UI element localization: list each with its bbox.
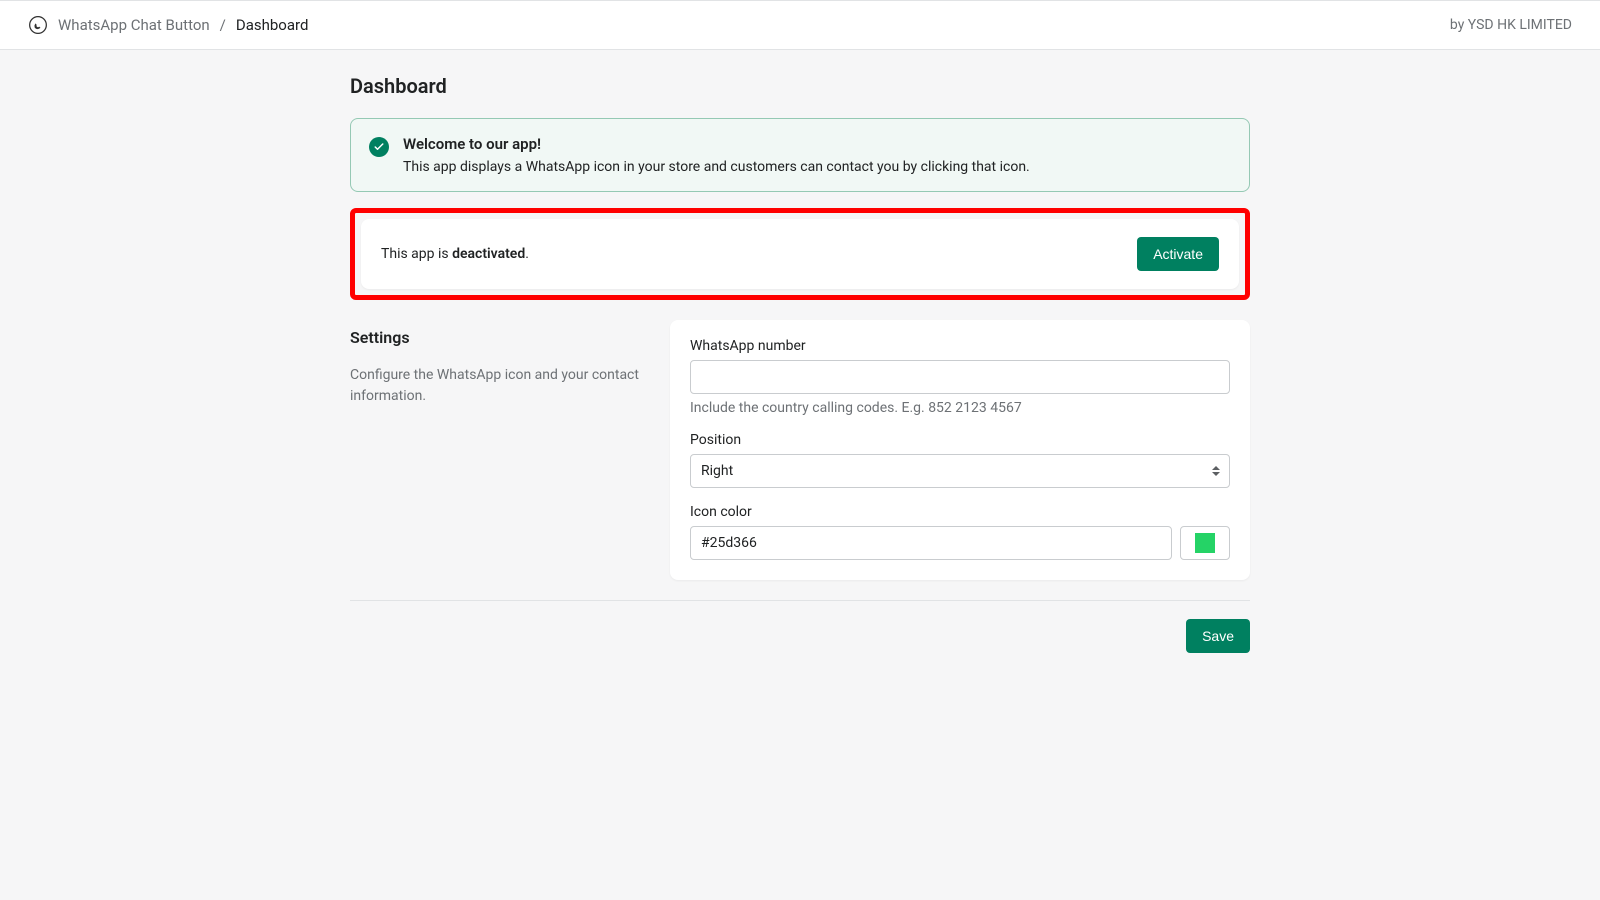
position-select-wrap: Right — [690, 454, 1230, 488]
main-container: Dashboard Welcome to our app! This app d… — [350, 50, 1250, 693]
whatsapp-number-help: Include the country calling codes. E.g. … — [690, 400, 1230, 416]
position-label: Position — [690, 432, 1230, 448]
status-text: This app is deactivated. — [381, 246, 529, 262]
settings-description: Configure the WhatsApp icon and your con… — [350, 365, 650, 407]
icon-color-field: Icon color — [690, 504, 1230, 560]
settings-sidebar: Settings Configure the WhatsApp icon and… — [350, 320, 650, 580]
topbar: WhatsApp Chat Button / Dashboard by YSD … — [0, 0, 1600, 50]
settings-card: WhatsApp number Include the country call… — [670, 320, 1250, 580]
divider — [350, 600, 1250, 601]
status-suffix: . — [525, 246, 529, 262]
byline: by YSD HK LIMITED — [1450, 17, 1572, 33]
whatsapp-number-field: WhatsApp number Include the country call… — [690, 338, 1230, 416]
status-card: This app is deactivated. Activate — [361, 219, 1239, 289]
icon-color-label: Icon color — [690, 504, 1230, 520]
checkmark-icon — [369, 137, 389, 157]
breadcrumb-current: Dashboard — [236, 16, 309, 34]
position-field: Position Right — [690, 432, 1230, 488]
footer-actions: Save — [350, 619, 1250, 653]
highlight-frame: This app is deactivated. Activate — [350, 208, 1250, 300]
color-swatch-button[interactable] — [1180, 526, 1230, 560]
page-title: Dashboard — [350, 74, 1250, 98]
position-select[interactable]: Right — [690, 454, 1230, 488]
breadcrumb-app[interactable]: WhatsApp Chat Button — [58, 16, 210, 34]
whatsapp-icon — [28, 15, 48, 35]
banner-description: This app displays a WhatsApp icon in you… — [403, 159, 1030, 175]
banner-title: Welcome to our app! — [403, 135, 1030, 153]
save-button[interactable]: Save — [1186, 619, 1250, 653]
breadcrumb: WhatsApp Chat Button / Dashboard — [28, 15, 308, 35]
status-state: deactivated — [452, 246, 525, 262]
breadcrumb-separator: / — [220, 16, 226, 34]
icon-color-row — [690, 526, 1230, 560]
settings-heading: Settings — [350, 328, 650, 347]
settings-section: Settings Configure the WhatsApp icon and… — [350, 320, 1250, 580]
whatsapp-number-input[interactable] — [690, 360, 1230, 394]
activate-button[interactable]: Activate — [1137, 237, 1219, 271]
welcome-banner: Welcome to our app! This app displays a … — [350, 118, 1250, 192]
status-prefix: This app is — [381, 246, 452, 262]
whatsapp-number-label: WhatsApp number — [690, 338, 1230, 354]
icon-color-input[interactable] — [690, 526, 1172, 560]
banner-body: Welcome to our app! This app displays a … — [403, 135, 1030, 175]
color-swatch — [1195, 533, 1215, 553]
